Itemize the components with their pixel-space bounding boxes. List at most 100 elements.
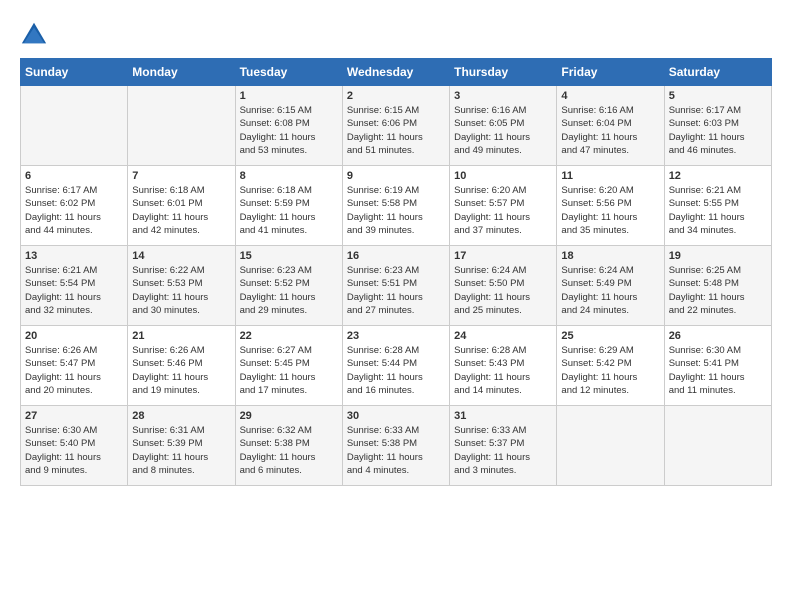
calendar-cell: 19 Sunrise: 6:25 AM Sunset: 5:48 PM Dayli… bbox=[664, 246, 771, 326]
calendar-week-0: 1 Sunrise: 6:15 AM Sunset: 6:08 PM Daylig… bbox=[21, 86, 772, 166]
day-number: 12 bbox=[669, 170, 767, 182]
header-cell-friday: Friday bbox=[557, 59, 664, 86]
day-number: 9 bbox=[347, 170, 445, 182]
day-number: 14 bbox=[132, 250, 230, 262]
day-info: Sunrise: 6:24 AM Sunset: 5:50 PM Dayligh… bbox=[454, 264, 552, 317]
calendar-week-3: 20 Sunrise: 6:26 AM Sunset: 5:47 PM Dayli… bbox=[21, 326, 772, 406]
calendar-cell: 6 Sunrise: 6:17 AM Sunset: 6:02 PM Daylig… bbox=[21, 166, 128, 246]
calendar-week-2: 13Sunrise: 6:21 AM Sunset: 5:54 PM Dayli… bbox=[21, 246, 772, 326]
calendar-cell: 28 Sunrise: 6:31 AM Sunset: 5:39 PM Dayli… bbox=[128, 406, 235, 486]
day-number: 27 bbox=[25, 410, 123, 422]
header-cell-monday: Monday bbox=[128, 59, 235, 86]
page-header bbox=[20, 20, 772, 48]
day-info: Sunrise: 6:24 AM Sunset: 5:49 PM Dayligh… bbox=[561, 264, 659, 317]
day-number: 25 bbox=[561, 330, 659, 342]
day-info: Sunrise: 6:17 AM Sunset: 6:03 PM Dayligh… bbox=[669, 104, 767, 157]
day-info: Sunrise: 6:32 AM Sunset: 5:38 PM Dayligh… bbox=[240, 424, 338, 477]
calendar-cell: 30 Sunrise: 6:33 AM Sunset: 5:38 PM Dayli… bbox=[342, 406, 449, 486]
day-info: Sunrise: 6:26 AM Sunset: 5:47 PM Dayligh… bbox=[25, 344, 123, 397]
logo bbox=[20, 20, 50, 48]
day-info: Sunrise: 6:20 AM Sunset: 5:57 PM Dayligh… bbox=[454, 184, 552, 237]
day-number: 20 bbox=[25, 330, 123, 342]
calendar-cell: 27 Sunrise: 6:30 AM Sunset: 5:40 PM Dayli… bbox=[21, 406, 128, 486]
day-info: Sunrise: 6:15 AM Sunset: 6:06 PM Dayligh… bbox=[347, 104, 445, 157]
calendar-cell: 8 Sunrise: 6:18 AM Sunset: 5:59 PM Daylig… bbox=[235, 166, 342, 246]
day-info: Sunrise: 6:21 AM Sunset: 5:55 PM Dayligh… bbox=[669, 184, 767, 237]
calendar-cell: 18 Sunrise: 6:24 AM Sunset: 5:49 PM Dayli… bbox=[557, 246, 664, 326]
calendar-cell: 3 Sunrise: 6:16 AM Sunset: 6:05 PM Daylig… bbox=[450, 86, 557, 166]
day-number: 21 bbox=[132, 330, 230, 342]
day-number: 11 bbox=[561, 170, 659, 182]
calendar-header: SundayMondayTuesdayWednesdayThursdayFrid… bbox=[21, 59, 772, 86]
day-info: Sunrise: 6:16 AM Sunset: 6:05 PM Dayligh… bbox=[454, 104, 552, 157]
header-cell-wednesday: Wednesday bbox=[342, 59, 449, 86]
calendar-cell: 1 Sunrise: 6:15 AM Sunset: 6:08 PM Daylig… bbox=[235, 86, 342, 166]
day-info: Sunrise: 6:17 AM Sunset: 6:02 PM Dayligh… bbox=[25, 184, 123, 237]
calendar-cell: 26 Sunrise: 6:30 AM Sunset: 5:41 PM Dayli… bbox=[664, 326, 771, 406]
calendar-cell: 2 Sunrise: 6:15 AM Sunset: 6:06 PM Daylig… bbox=[342, 86, 449, 166]
day-number: 15 bbox=[240, 250, 338, 262]
calendar-cell: 9 Sunrise: 6:19 AM Sunset: 5:58 PM Daylig… bbox=[342, 166, 449, 246]
day-number: 26 bbox=[669, 330, 767, 342]
calendar-cell bbox=[128, 86, 235, 166]
day-number: 8 bbox=[240, 170, 338, 182]
day-info: Sunrise: 6:26 AM Sunset: 5:46 PM Dayligh… bbox=[132, 344, 230, 397]
day-info: Sunrise: 6:18 AM Sunset: 5:59 PM Dayligh… bbox=[240, 184, 338, 237]
day-info: Sunrise: 6:18 AM Sunset: 6:01 PM Dayligh… bbox=[132, 184, 230, 237]
day-info: Sunrise: 6:28 AM Sunset: 5:43 PM Dayligh… bbox=[454, 344, 552, 397]
day-info: Sunrise: 6:23 AM Sunset: 5:52 PM Dayligh… bbox=[240, 264, 338, 317]
day-number: 18 bbox=[561, 250, 659, 262]
day-number: 31 bbox=[454, 410, 552, 422]
day-info: Sunrise: 6:25 AM Sunset: 5:48 PM Dayligh… bbox=[669, 264, 767, 317]
day-number: 1 bbox=[240, 90, 338, 102]
day-info: Sunrise: 6:19 AM Sunset: 5:58 PM Dayligh… bbox=[347, 184, 445, 237]
day-number: 16 bbox=[347, 250, 445, 262]
calendar-cell: 25 Sunrise: 6:29 AM Sunset: 5:42 PM Dayli… bbox=[557, 326, 664, 406]
calendar-cell: 23 Sunrise: 6:28 AM Sunset: 5:44 PM Dayli… bbox=[342, 326, 449, 406]
calendar-week-1: 6 Sunrise: 6:17 AM Sunset: 6:02 PM Daylig… bbox=[21, 166, 772, 246]
day-number: 4 bbox=[561, 90, 659, 102]
calendar-cell: 16 Sunrise: 6:23 AM Sunset: 5:51 PM Dayli… bbox=[342, 246, 449, 326]
day-info: Sunrise: 6:29 AM Sunset: 5:42 PM Dayligh… bbox=[561, 344, 659, 397]
day-number: 19 bbox=[669, 250, 767, 262]
day-info: Sunrise: 6:33 AM Sunset: 5:37 PM Dayligh… bbox=[454, 424, 552, 477]
day-info: Sunrise: 6:31 AM Sunset: 5:39 PM Dayligh… bbox=[132, 424, 230, 477]
day-number: 17 bbox=[454, 250, 552, 262]
day-number: 22 bbox=[240, 330, 338, 342]
day-number: 2 bbox=[347, 90, 445, 102]
day-number: 7 bbox=[132, 170, 230, 182]
day-info: Sunrise: 6:22 AM Sunset: 5:53 PM Dayligh… bbox=[132, 264, 230, 317]
day-number: 13 bbox=[25, 250, 123, 262]
day-number: 3 bbox=[454, 90, 552, 102]
calendar-table: SundayMondayTuesdayWednesdayThursdayFrid… bbox=[20, 58, 772, 486]
day-number: 6 bbox=[25, 170, 123, 182]
header-cell-sunday: Sunday bbox=[21, 59, 128, 86]
day-info: Sunrise: 6:30 AM Sunset: 5:40 PM Dayligh… bbox=[25, 424, 123, 477]
calendar-body: 1 Sunrise: 6:15 AM Sunset: 6:08 PM Daylig… bbox=[21, 86, 772, 486]
calendar-cell: 14 Sunrise: 6:22 AM Sunset: 5:53 PM Dayli… bbox=[128, 246, 235, 326]
day-number: 23 bbox=[347, 330, 445, 342]
calendar-cell bbox=[664, 406, 771, 486]
calendar-cell: 13Sunrise: 6:21 AM Sunset: 5:54 PM Dayli… bbox=[21, 246, 128, 326]
logo-icon bbox=[20, 20, 48, 48]
calendar-cell: 10Sunrise: 6:20 AM Sunset: 5:57 PM Dayli… bbox=[450, 166, 557, 246]
day-number: 30 bbox=[347, 410, 445, 422]
calendar-cell bbox=[21, 86, 128, 166]
day-info: Sunrise: 6:15 AM Sunset: 6:08 PM Dayligh… bbox=[240, 104, 338, 157]
calendar-cell: 31 Sunrise: 6:33 AM Sunset: 5:37 PM Dayli… bbox=[450, 406, 557, 486]
day-number: 28 bbox=[132, 410, 230, 422]
calendar-cell: 5Sunrise: 6:17 AM Sunset: 6:03 PM Daylig… bbox=[664, 86, 771, 166]
calendar-cell: 4Sunrise: 6:16 AM Sunset: 6:04 PM Daylig… bbox=[557, 86, 664, 166]
calendar-cell: 7 Sunrise: 6:18 AM Sunset: 6:01 PM Daylig… bbox=[128, 166, 235, 246]
day-info: Sunrise: 6:33 AM Sunset: 5:38 PM Dayligh… bbox=[347, 424, 445, 477]
calendar-cell: 17 Sunrise: 6:24 AM Sunset: 5:50 PM Dayli… bbox=[450, 246, 557, 326]
day-number: 24 bbox=[454, 330, 552, 342]
header-cell-tuesday: Tuesday bbox=[235, 59, 342, 86]
calendar-cell: 20 Sunrise: 6:26 AM Sunset: 5:47 PM Dayli… bbox=[21, 326, 128, 406]
calendar-cell bbox=[557, 406, 664, 486]
day-info: Sunrise: 6:28 AM Sunset: 5:44 PM Dayligh… bbox=[347, 344, 445, 397]
day-info: Sunrise: 6:30 AM Sunset: 5:41 PM Dayligh… bbox=[669, 344, 767, 397]
header-cell-thursday: Thursday bbox=[450, 59, 557, 86]
day-info: Sunrise: 6:23 AM Sunset: 5:51 PM Dayligh… bbox=[347, 264, 445, 317]
calendar-cell: 11Sunrise: 6:20 AM Sunset: 5:56 PM Dayli… bbox=[557, 166, 664, 246]
